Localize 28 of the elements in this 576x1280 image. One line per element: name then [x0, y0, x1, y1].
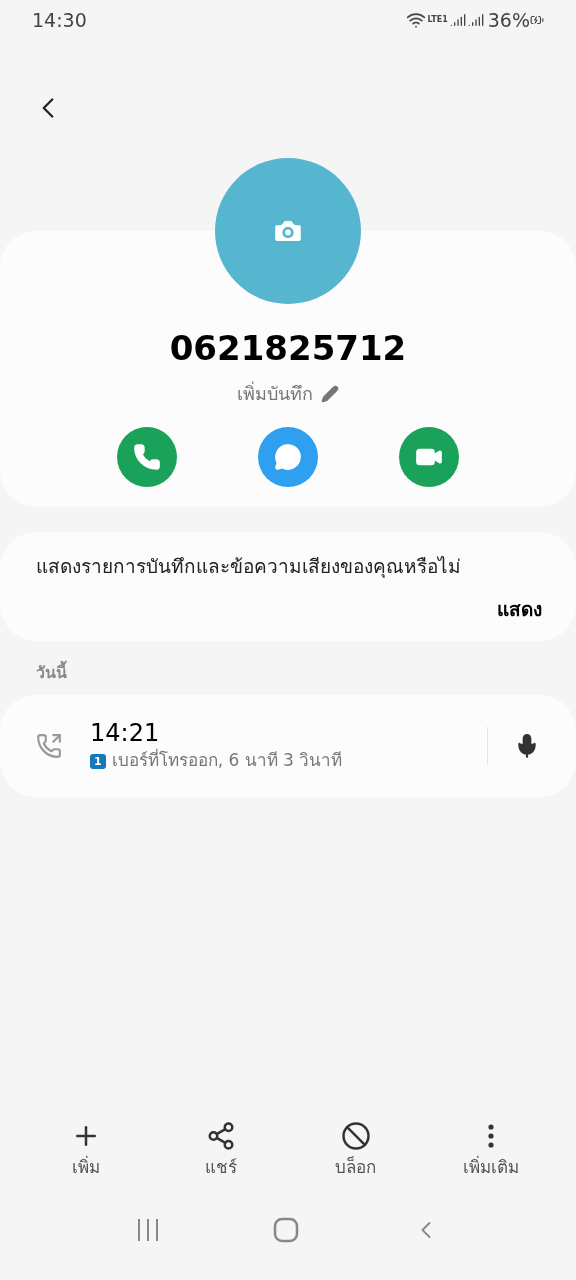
share-button[interactable]: แชร์: [153, 1120, 288, 1180]
home-icon[interactable]: [273, 1217, 299, 1243]
prompt-text: แสดงรายการบันทึกและข้อความเสียงของคุณหรือไม่: [36, 554, 462, 580]
plus-button[interactable]: เพิ่ม: [18, 1120, 153, 1180]
show-button[interactable]: แสดง: [497, 594, 542, 623]
add-note-button[interactable]: เพิ่มบันทึก: [237, 380, 339, 407]
signal-icon: [467, 12, 484, 28]
more-icon: [487, 1123, 494, 1148]
recent-apps-icon[interactable]: [136, 1218, 161, 1242]
status-time: 14:30: [32, 7, 87, 33]
outgoing-call-icon: [36, 733, 62, 759]
phone-icon: [132, 443, 161, 471]
call-time: 14:21: [90, 718, 161, 748]
section-header: วันนี้: [36, 661, 576, 685]
block-button[interactable]: บล็อก: [288, 1120, 423, 1180]
network-label: LTE1: [427, 14, 448, 26]
sim-badge: 1: [90, 753, 106, 769]
message-button[interactable]: [258, 427, 318, 487]
more-button[interactable]: เพิ่มเติม: [423, 1120, 558, 1180]
phone-number: 0621825712: [169, 327, 407, 370]
call-log-item[interactable]: 14:21 1 เบอร์ที่โทรออก, 6 นาที 3 วินาที: [0, 695, 576, 797]
wifi-icon: [405, 10, 426, 30]
call-details: เบอร์ที่โทรออก, 6 นาที 3 วินาที: [111, 748, 343, 773]
signal-icon: [449, 12, 466, 28]
battery-percent: 36%: [487, 7, 530, 33]
speech-bubble-icon: [274, 443, 302, 471]
block-icon: [340, 1120, 371, 1151]
pencil-icon: [321, 384, 339, 403]
